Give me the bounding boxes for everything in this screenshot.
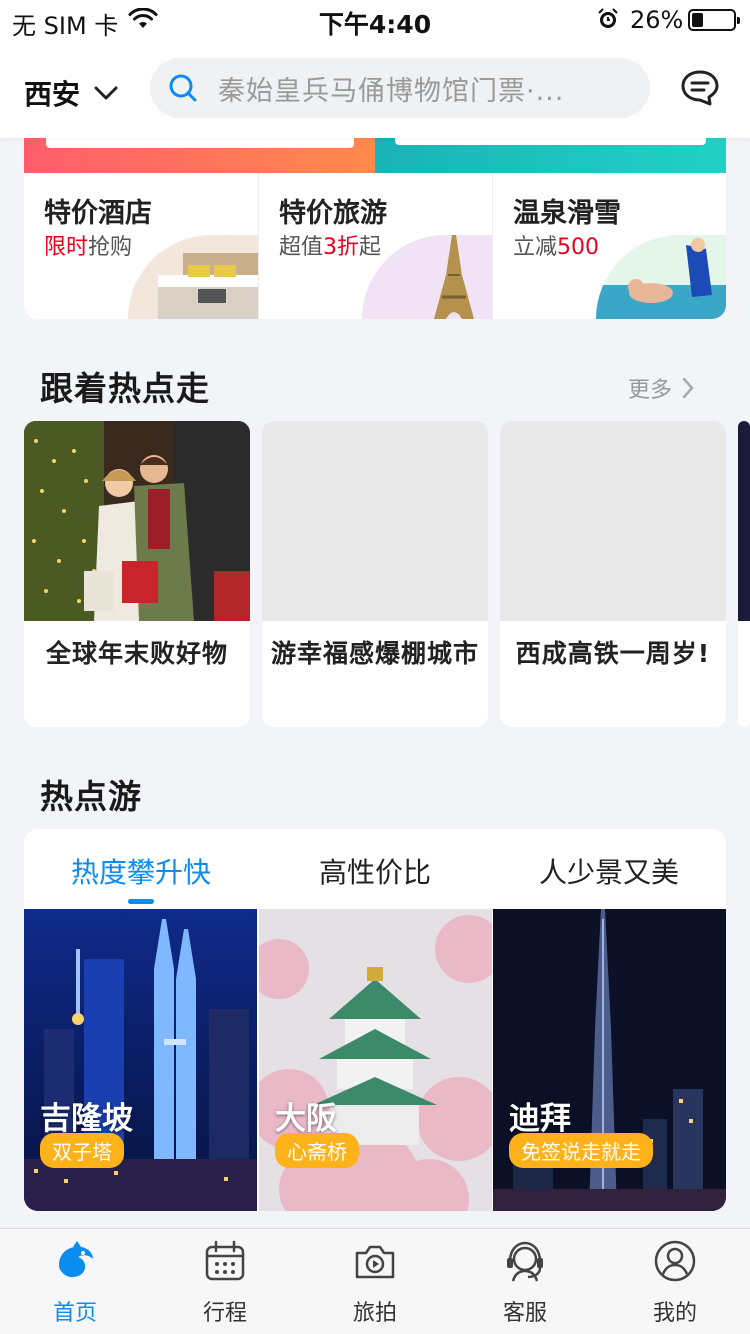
tab-rising[interactable]: 热度攀升快 xyxy=(24,851,258,891)
nav-item-profile[interactable]: 我的 xyxy=(600,1229,750,1334)
status-bar: 无 SIM 卡 下午4:40 26% xyxy=(0,0,750,40)
tab-value[interactable]: 高性价比 xyxy=(258,851,492,891)
more-label: 更多 xyxy=(628,378,673,403)
destination-name: 大阪 xyxy=(275,1101,337,1137)
quick-entry-hotspring[interactable]: 温泉滑雪 立减500 xyxy=(492,173,726,319)
nav-label: 我的 xyxy=(652,1301,697,1326)
tab-quiet[interactable]: 人少景又美 xyxy=(492,851,726,891)
shopping-couple-image xyxy=(24,421,250,621)
banner-right[interactable] xyxy=(375,138,726,173)
chevron-right-icon xyxy=(682,377,694,399)
tab-active-indicator xyxy=(128,899,154,904)
quick-entry-sub: 立减500 xyxy=(513,235,600,260)
nav-label: 行程 xyxy=(202,1301,247,1326)
hot-topic-caption: 西成高铁一周岁! xyxy=(515,639,711,668)
nav-label: 客服 xyxy=(502,1301,547,1326)
home-dolphin-icon xyxy=(59,1241,93,1278)
quick-entry-title: 特价酒店 xyxy=(44,198,152,229)
night-city-image xyxy=(738,421,750,621)
city-label: 西安 xyxy=(24,78,81,111)
section-title-hot-topics: 跟着热点走 xyxy=(40,369,210,408)
search-icon xyxy=(169,74,197,102)
quick-entry-hotel[interactable]: 特价酒店 限时抢购 xyxy=(24,173,258,319)
destination-name: 吉隆坡 xyxy=(40,1101,133,1137)
hotel-room-image xyxy=(128,235,258,319)
nav-item-itinerary[interactable]: 行程 xyxy=(150,1229,300,1334)
destination-name: 迪拜 xyxy=(509,1101,571,1137)
hot-spring-ski-image xyxy=(596,235,726,319)
camera-icon xyxy=(355,1245,395,1279)
calendar-icon xyxy=(205,1240,245,1281)
quick-entry-travel[interactable]: 特价旅游 超值3折起 xyxy=(258,173,492,319)
destination-card[interactable]: 迪拜 免签说走就走 xyxy=(493,909,726,1211)
quick-entry-sub: 限时抢购 xyxy=(44,235,133,260)
quick-entry-title: 特价旅游 xyxy=(279,198,387,229)
hot-topic-card[interactable]: 全球年末败好物 xyxy=(24,421,250,727)
hot-topic-image-placeholder xyxy=(262,421,488,621)
quick-entry-title: 温泉滑雪 xyxy=(513,198,621,229)
destination-tag: 双子塔 xyxy=(40,1133,124,1168)
city-selector[interactable]: 西安 xyxy=(24,73,118,113)
bottom-nav: 首页 行程 旅拍 客服 我的 xyxy=(0,1228,750,1334)
hot-topic-card[interactable]: 西成高铁一周岁! xyxy=(500,421,726,727)
destination-card[interactable]: 大阪 心斋桥 xyxy=(259,909,492,1211)
destination-tag: 免签说走就走 xyxy=(509,1133,653,1168)
quick-entry-sub: 超值3折起 xyxy=(279,235,382,260)
nav-item-customer-service[interactable]: 客服 xyxy=(450,1229,600,1334)
battery-percent: 26% xyxy=(630,6,684,34)
top-header: 西安 秦始皇兵马俑博物馆门票·... xyxy=(0,40,750,138)
hot-tours-tabs: 热度攀升快 高性价比 人少景又美 xyxy=(24,829,726,909)
hot-topic-card[interactable]: 游幸福感爆棚城市 xyxy=(262,421,488,727)
destination-card[interactable]: 吉隆坡 双子塔 xyxy=(24,909,257,1211)
banner-left[interactable] xyxy=(24,138,375,173)
user-icon xyxy=(654,1240,696,1282)
destination-tag: 心斋桥 xyxy=(275,1133,359,1168)
nav-label: 旅拍 xyxy=(352,1301,397,1326)
battery-icon xyxy=(688,9,740,31)
search-placeholder: 秦始皇兵马俑博物馆门票·... xyxy=(218,75,565,107)
hot-topic-card-partial[interactable] xyxy=(738,421,750,727)
nav-item-travel-photo[interactable]: 旅拍 xyxy=(300,1229,450,1334)
nav-label: 首页 xyxy=(52,1301,97,1326)
hot-topic-caption: 游幸福感爆棚城市 xyxy=(270,639,479,668)
hot-topic-caption: 全球年末败好物 xyxy=(45,639,228,668)
headset-icon xyxy=(507,1241,543,1282)
search-bar[interactable]: 秦始皇兵马俑博物馆门票·... xyxy=(150,58,650,118)
message-icon[interactable] xyxy=(680,69,720,111)
quick-entries: 特价酒店 限时抢购 特价旅游 超值3折起 温泉滑雪 立减500 xyxy=(24,138,726,319)
chevron-down-icon xyxy=(94,86,118,100)
eiffel-tower-image xyxy=(362,235,492,319)
nav-item-home[interactable]: 首页 xyxy=(0,1229,150,1334)
hot-tours-panel: 热度攀升快 高性价比 人少景又美 吉隆坡 双子塔 大阪 心斋桥 迪拜 免签说走就… xyxy=(24,829,726,1211)
alarm-icon xyxy=(597,8,619,36)
hot-topic-image-placeholder xyxy=(500,421,726,621)
more-link[interactable]: 更多 xyxy=(628,372,694,404)
section-title-hot-tours: 热点游 xyxy=(40,777,142,816)
